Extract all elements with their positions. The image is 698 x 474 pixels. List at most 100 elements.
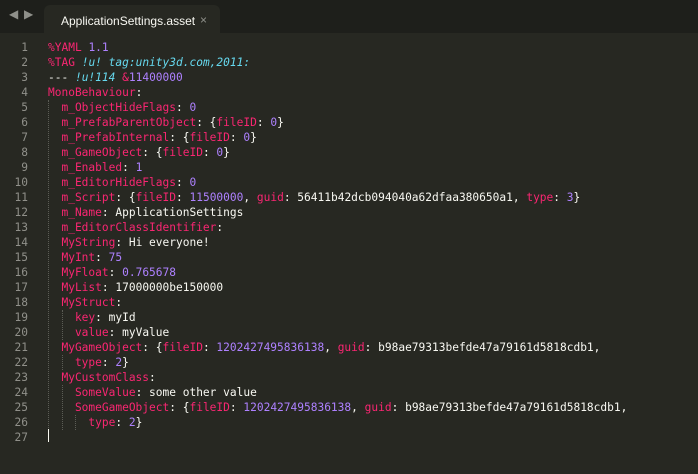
code-line[interactable]: 27 [0,430,698,445]
code-token: myValue [122,326,170,339]
code-line[interactable]: 23 MyCustomClass: [0,370,698,385]
code-token: } [223,146,230,159]
code-token: type [48,356,102,369]
code-token: !u!114 [74,71,116,84]
code-text: m_GameObject: {fileID: 0} [48,145,230,160]
code-token: fileID [189,401,230,414]
code-token: TAG [54,56,75,69]
close-icon[interactable]: × [200,13,207,27]
code-token: : [391,401,406,414]
code-line[interactable]: 3 --- !u!114 &11400000 [0,70,698,85]
line-number: 14 [14,236,28,249]
code-line[interactable]: 16 MyFloat: 0.765678 [0,265,698,280]
code-token: : [364,341,379,354]
code-line[interactable]: 9 m_Enabled: 1 [0,160,698,175]
indent-guide [61,355,63,370]
code-line[interactable]: 17 MyList: 17000000be150000 [0,280,698,295]
code-line[interactable]: 10 m_EditorHideFlags: 0 [0,175,698,190]
code-token: 1 [135,161,143,174]
back-arrow-icon[interactable]: ◀ [9,7,18,21]
forward-arrow-icon[interactable]: ▶ [24,7,33,21]
code-line[interactable]: 12 m_Name: ApplicationSettings [0,205,698,220]
code-line[interactable]: 1 %YAML 1.1 [0,40,698,55]
code-token: % [48,41,55,54]
code-token: m_EditorHideFlags [48,176,176,189]
code-token: } [573,191,581,204]
code-text: MyString: Hi everyone! [48,235,209,250]
code-token: : [175,176,190,189]
line-number: 25 [14,401,28,414]
code-token: m_PrefabParentObject [48,116,197,129]
code-text: --- !u!114 &11400000 [48,70,183,85]
code-line[interactable]: 24 SomeValue: some other value [0,385,698,400]
line-number: 19 [14,311,28,324]
code-token: type [48,416,116,429]
tab-application-settings[interactable]: ApplicationSettings.asset × [44,5,220,33]
code-line[interactable]: 15 MyInt: 75 [0,250,698,265]
code-token: key [48,311,96,324]
code-line[interactable]: 13 m_EditorClassIdentifier: [0,220,698,235]
code-line[interactable]: 2 %TAG !u! tag:unity3d.com,2011: [0,55,698,70]
code-token: !u! tag:unity3d.com,2011: [74,56,251,69]
line-number: 7 [21,131,28,144]
code-token: : [135,386,150,399]
code-token: : [176,191,190,204]
code-token: : [256,116,271,129]
code-text: type: 2} [48,355,129,370]
line-number: 27 [14,431,28,444]
code-line[interactable]: 8 m_GameObject: {fileID: 0} [0,145,698,160]
code-editor[interactable]: 1 %YAML 1.1 2 %TAG !u! tag:unity3d.com,2011… [0,36,698,474]
code-line[interactable]: 6 m_PrefabParentObject: {fileID: 0} [0,115,698,130]
code-token: 0 [189,176,197,189]
code-token: MyStruct [48,296,116,309]
indent-guide [75,415,76,430]
code-token: fileID [216,116,257,129]
code-line[interactable]: 7 m_PrefabInternal: {fileID: 0} [0,130,698,145]
code-line[interactable]: 21 MyGameObject: {fileID: 12024274958361… [0,340,698,355]
code-text: MyInt: 75 [48,250,122,265]
code-token: m_ObjectHideFlags [48,101,176,114]
code-line[interactable]: 5 m_ObjectHideFlags: 0 [0,100,698,115]
code-line[interactable]: 11 m_Script: {fileID: 11500000, guid: 56… [0,190,698,205]
code-token: 1.1 [81,41,109,54]
code-token: : { [142,341,163,354]
code-token: 17000000be150000 [115,281,224,294]
code-line[interactable]: 18 MyStruct: [0,295,698,310]
code-token: , [512,191,527,204]
code-token: : { [115,191,136,204]
line-number: 16 [14,266,28,279]
code-token: guid [364,401,392,414]
code-token: MyCustomClass [48,371,150,384]
code-token: } [135,416,143,429]
code-token: fileID [135,191,176,204]
code-token: ApplicationSettings [115,206,244,219]
line-number: 17 [14,281,28,294]
code-token: : [115,296,123,309]
line-number: 8 [21,146,28,159]
code-token: : [95,311,109,324]
code-token: m_Script [48,191,116,204]
code-line[interactable]: 26 type: 2} [0,415,698,430]
line-number: 11 [14,191,28,204]
code-token: m_GameObject [48,146,143,159]
code-text: m_Enabled: 1 [48,160,142,175]
code-token: : [101,356,116,369]
code-token: : [108,266,123,279]
code-line[interactable]: 22 type: 2} [0,355,698,370]
code-token: 0 [189,101,197,114]
code-token: , [324,341,338,354]
code-text: value: myValue [48,325,169,340]
indent-guide [61,385,63,430]
code-token: myId [108,311,136,324]
line-number: 5 [21,101,28,114]
code-text: MyStruct: [48,295,122,310]
code-line[interactable]: 14 MyString: Hi everyone! [0,235,698,250]
code-token: m_PrefabInternal [48,131,170,144]
code-line[interactable]: 4 MonoBehaviour: [0,85,698,100]
code-text: m_PrefabParentObject: {fileID: 0} [48,115,283,130]
code-token: } [250,131,257,144]
code-line[interactable]: 20 value: myValue [0,325,698,340]
code-line[interactable]: 25 SomeGameObject: {fileID: 120242749583… [0,400,698,415]
line-number: 23 [14,371,28,384]
code-line[interactable]: 19 key: myId [0,310,698,325]
